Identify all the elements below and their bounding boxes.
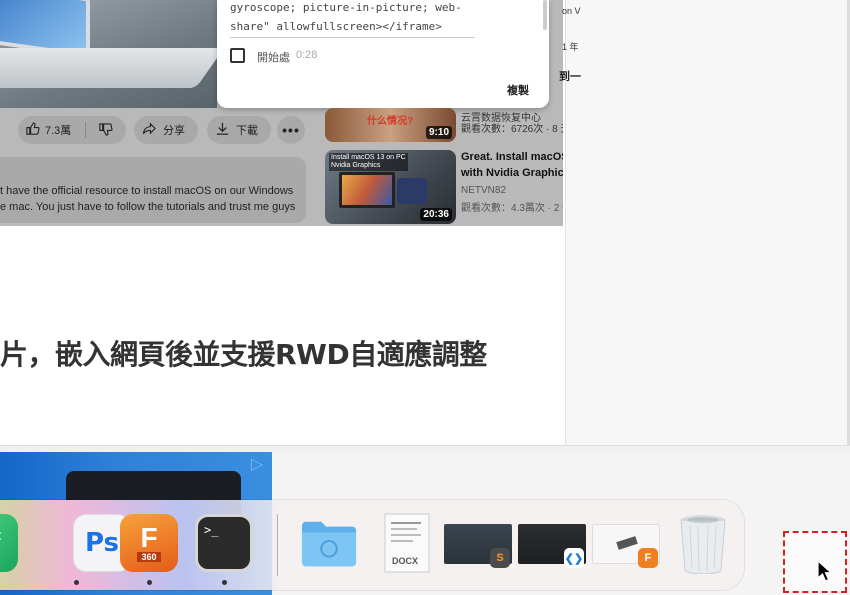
fusion-360-icon[interactable]: F 360 [120,514,178,572]
embed-code-text[interactable]: gyroscope; picture-in-picture; web- shar… [230,0,475,38]
related-video-title-line-1[interactable]: Great. Install macOS [461,151,563,163]
mouse-pointer-icon [817,560,833,582]
related-video-title-line-2[interactable]: with Nvidia Graphics [461,167,563,179]
embed-code-line-2: share" allowfullscreen></iframe> [230,20,442,33]
side-partial-text-3: 到一 [559,71,581,83]
vscode-window-thumbnail[interactable]: ❮❯ [518,514,586,572]
more-actions-button[interactable]: ••• [277,116,305,144]
description-text: t have the official resource to install … [0,183,295,215]
model-shape [616,536,638,550]
running-indicator [147,580,152,585]
trash-icon[interactable] [674,514,732,574]
dialog-scrollbar[interactable] [543,0,547,30]
like-divider [85,122,86,138]
document-icon[interactable]: DOCX [378,513,436,573]
ad-choices-icon[interactable]: ▷ [247,455,267,475]
copy-button[interactable]: 複製 [507,82,529,98]
running-indicator [222,580,227,585]
running-indicator [74,580,79,585]
download-button[interactable]: 下載 [207,116,271,144]
sublime-badge-icon: S [490,548,510,568]
folder-icon[interactable] [300,514,358,572]
thumbnail-overlay-text: 什么情况? [367,116,414,127]
embed-code-line-1: gyroscope; picture-in-picture; web- [230,1,462,14]
description-line-2: e mac. You just have to follow the tutor… [0,201,296,213]
related-video-meta-2: 觀看次數：4.3萬次 · 2 個 [461,203,563,214]
start-at-time[interactable]: 0:28 [296,49,317,61]
dock-separator [277,514,278,576]
terminal-icon[interactable]: >_ [195,514,253,572]
side-partial-text-2: 1 年 [562,42,579,52]
laptop-base [0,48,217,88]
youtube-screenshot: gyroscope; picture-in-picture; web- shar… [0,0,563,226]
gpu-image [397,178,427,204]
vscode-badge-icon: ❮❯ [564,548,584,568]
document-type-label: DOCX [392,556,419,566]
fusion-360-sub: 360 [137,552,161,562]
fusion-badge-icon: F [638,548,658,568]
embed-share-dialog: gyroscope; picture-in-picture; web- shar… [217,0,549,108]
start-at-checkbox[interactable] [230,48,245,63]
related-video-thumbnail-1[interactable]: 什么情况? 9:10 [325,108,456,142]
click-target-highlight [783,531,847,593]
article-heading: 片，嵌入網頁後並支援RWD自適應調整 [0,338,487,371]
related-video-channel-2[interactable]: NETVN82 [461,185,506,196]
sublime-window-thumbnail[interactable]: S [444,514,512,572]
like-count[interactable]: 7.3萬 [45,122,71,138]
share-button[interactable]: 分享 [134,116,198,144]
download-icon [215,121,230,139]
video-duration: 20:36 [420,208,452,221]
fusion-window-thumbnail[interactable]: F [592,514,660,572]
green-app-icon[interactable] [0,514,18,572]
video-description[interactable]: t have the official resource to install … [0,157,306,223]
thumbnail-caption: Install macOS 13 on PC Nvidia Graphics [329,153,408,171]
download-label: 下載 [236,125,258,137]
monitor-image [339,172,395,208]
right-panel [565,0,850,445]
video-duration: 9:10 [425,126,452,139]
macos-dock: Ps F 360 >_ DOCX S ❮❯ F [0,500,744,590]
description-line-1: t have the official resource to install … [0,185,294,197]
video-frame [0,0,217,108]
related-video-meta-1: 觀看次數：6726次 · 8 天 [461,124,563,135]
thumbs-up-icon[interactable] [25,121,40,139]
share-label: 分享 [163,125,185,137]
video-actions: 7.3萬 分享 下載 ••• [0,116,320,146]
fusion-360-letter: F [140,522,158,553]
share-arrow-icon [142,121,157,139]
thumbs-down-icon[interactable] [98,122,113,140]
start-at-label: 開始處 [257,52,290,64]
like-dislike-group: 7.3萬 [18,116,126,144]
related-video-thumbnail-2[interactable]: Install macOS 13 on PC Nvidia Graphics 2… [325,150,456,224]
side-partial-text-1: on V [562,6,581,16]
